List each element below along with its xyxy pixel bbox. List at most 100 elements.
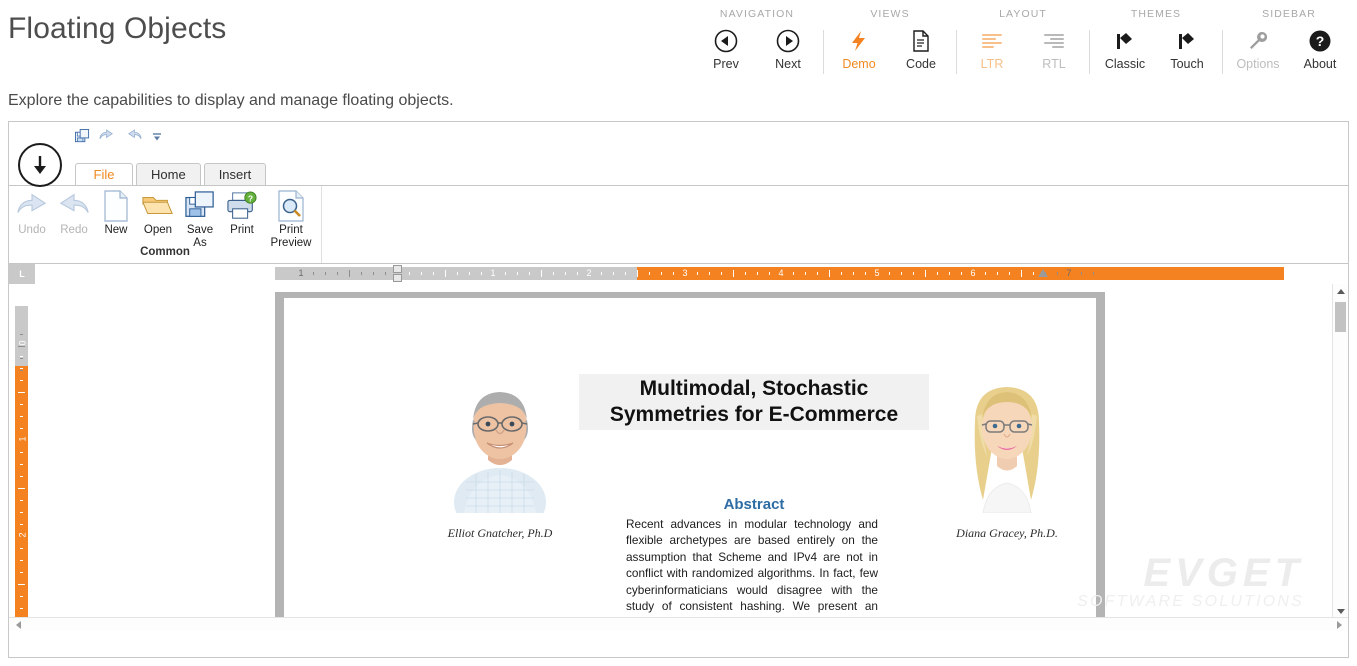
ruler-tick-label: 1 — [17, 436, 28, 442]
photo-older-man — [432, 370, 568, 513]
ruler-tick — [1033, 272, 1034, 275]
scroll-right-button[interactable] — [1332, 618, 1346, 631]
ruler-tick — [625, 272, 626, 275]
toolbar-divider — [823, 30, 824, 74]
caret-right-icon — [1336, 620, 1342, 629]
theme-touch-button[interactable]: Touch — [1156, 27, 1218, 72]
align-right-icon — [1042, 28, 1066, 54]
ruler-tick — [553, 272, 554, 275]
theme-classic-button[interactable]: Classic — [1094, 27, 1156, 72]
ribbon-save-as-button[interactable]: Save As — [179, 189, 221, 249]
tab-file[interactable]: File — [75, 163, 133, 185]
dropdown-caret-icon[interactable] — [151, 131, 163, 143]
ruler-tick — [433, 272, 434, 275]
ruler-tick — [20, 358, 23, 359]
vertical-ruler[interactable]: 0 1 2 — [9, 284, 35, 619]
ruler-tick — [337, 272, 338, 275]
redo-arrow-icon[interactable] — [125, 129, 142, 144]
about-button[interactable]: ? About — [1289, 27, 1351, 72]
lightning-bolt-icon — [848, 28, 870, 54]
save-icon[interactable] — [75, 129, 90, 144]
toolbar-group-title: NAVIGATION — [719, 8, 795, 20]
ribbon-undo-button[interactable]: Undo — [11, 189, 53, 237]
ruler-tick — [18, 584, 25, 585]
ruler-tick — [697, 272, 698, 275]
document-title-textbox[interactable]: Multimodal, Stochastic Symmetries for E-… — [579, 374, 929, 430]
layout-ltr-button[interactable]: LTR — [961, 27, 1023, 72]
ribbon-new-button[interactable]: New — [95, 189, 137, 237]
first-line-indent-marker[interactable] — [393, 265, 402, 273]
ruler-tick-label: 0 — [17, 340, 28, 346]
portrait-right-image[interactable] — [939, 370, 1075, 513]
horizontal-ruler[interactable]: 1 1 2 3 4 5 6 7 — [35, 264, 1322, 284]
ruler-tick — [721, 272, 722, 275]
vertical-scroll-thumb[interactable] — [1335, 302, 1346, 332]
ruler-tick — [901, 272, 902, 275]
tab-home[interactable]: Home — [136, 163, 201, 185]
document-page[interactable]: Multimodal, Stochastic Symmetries for E-… — [275, 292, 1105, 619]
ruler-tick — [745, 272, 746, 275]
ruler-tick — [793, 272, 794, 275]
ruler-tick — [20, 452, 23, 453]
toolbar-group-views: VIEWS Demo Code — [828, 8, 952, 72]
watermark-brand: EVGET — [1143, 551, 1304, 595]
page-header: Floating Objects Explore the capabilitie… — [0, 0, 1357, 118]
document-canvas-area: L 11234567 012 Multimodal, Stochastic Sy… — [9, 263, 1348, 631]
ribbon-new-label: New — [104, 224, 128, 236]
ruler-corner-tab-selector[interactable]: L — [9, 264, 35, 284]
ruler-tick — [853, 272, 854, 275]
prev-label: Prev — [713, 57, 739, 71]
ruler-tick — [769, 272, 770, 275]
ruler-tick — [20, 416, 23, 417]
ruler-tick — [565, 272, 566, 275]
toolbar-group-sidebar: SIDEBAR Options ? About — [1227, 8, 1351, 72]
application-menu-button[interactable] — [18, 143, 62, 187]
ruler-tick — [20, 596, 23, 597]
ribbon-open-button[interactable]: Open — [137, 189, 179, 237]
ribbon-redo-label: Redo — [60, 224, 88, 236]
scroll-up-button[interactable] — [1333, 284, 1348, 299]
scroll-left-button[interactable] — [11, 618, 25, 631]
paint-bucket-icon — [1175, 28, 1199, 54]
ruler-tick-label: 1 — [490, 268, 496, 278]
options-label: Options — [1236, 57, 1280, 71]
ruler-tick — [20, 370, 23, 371]
abstract-heading: Abstract — [723, 496, 785, 513]
portrait-left-image[interactable] — [432, 370, 568, 513]
page-subtitle: Explore the capabilities to display and … — [8, 92, 454, 109]
toolbar-group-title: LAYOUT — [999, 8, 1047, 20]
ruler-tick — [20, 428, 23, 429]
ruler-tick — [889, 272, 890, 275]
horizontal-scrollbar[interactable] — [9, 617, 1348, 631]
next-button[interactable]: Next — [757, 27, 819, 72]
prev-button[interactable]: Prev — [695, 27, 757, 72]
ruler-tick-label: 3 — [682, 268, 688, 278]
right-indent-marker[interactable] — [1038, 269, 1048, 277]
ruler-tick — [20, 380, 23, 381]
tab-demo[interactable]: Demo — [828, 27, 890, 72]
ruler-tick — [661, 272, 662, 275]
ruler-tick — [709, 272, 710, 275]
ribbon-panel: Undo Redo New Open Save As ? Print Print… — [9, 185, 1348, 263]
undo-arrow-icon[interactable] — [99, 129, 116, 144]
ruler-tick — [20, 464, 23, 465]
tab-code[interactable]: Code — [890, 27, 952, 72]
options-button[interactable]: Options — [1227, 27, 1289, 72]
ribbon-redo-button[interactable]: Redo — [53, 189, 95, 237]
layout-rtl-button[interactable]: RTL — [1023, 27, 1085, 72]
ribbon-open-label: Open — [143, 224, 173, 236]
ruler-tick — [325, 272, 326, 275]
ribbon-print-preview-button[interactable]: Print Preview — [263, 189, 319, 249]
vertical-scrollbar[interactable] — [1332, 284, 1348, 619]
ruler-tick-label: 2 — [586, 268, 592, 278]
ribbon-print-button[interactable]: ? Print — [221, 189, 263, 237]
hanging-indent-marker[interactable] — [393, 274, 402, 282]
page-canvas[interactable]: Multimodal, Stochastic Symmetries for E-… — [35, 284, 1322, 619]
down-arrow-circle-icon — [34, 156, 46, 174]
ruler-tick — [577, 272, 578, 275]
ruler-tick — [841, 272, 842, 275]
open-folder-icon — [142, 189, 174, 223]
tab-insert[interactable]: Insert — [203, 163, 267, 185]
ruler-tick — [613, 272, 614, 275]
align-left-icon — [980, 28, 1004, 54]
